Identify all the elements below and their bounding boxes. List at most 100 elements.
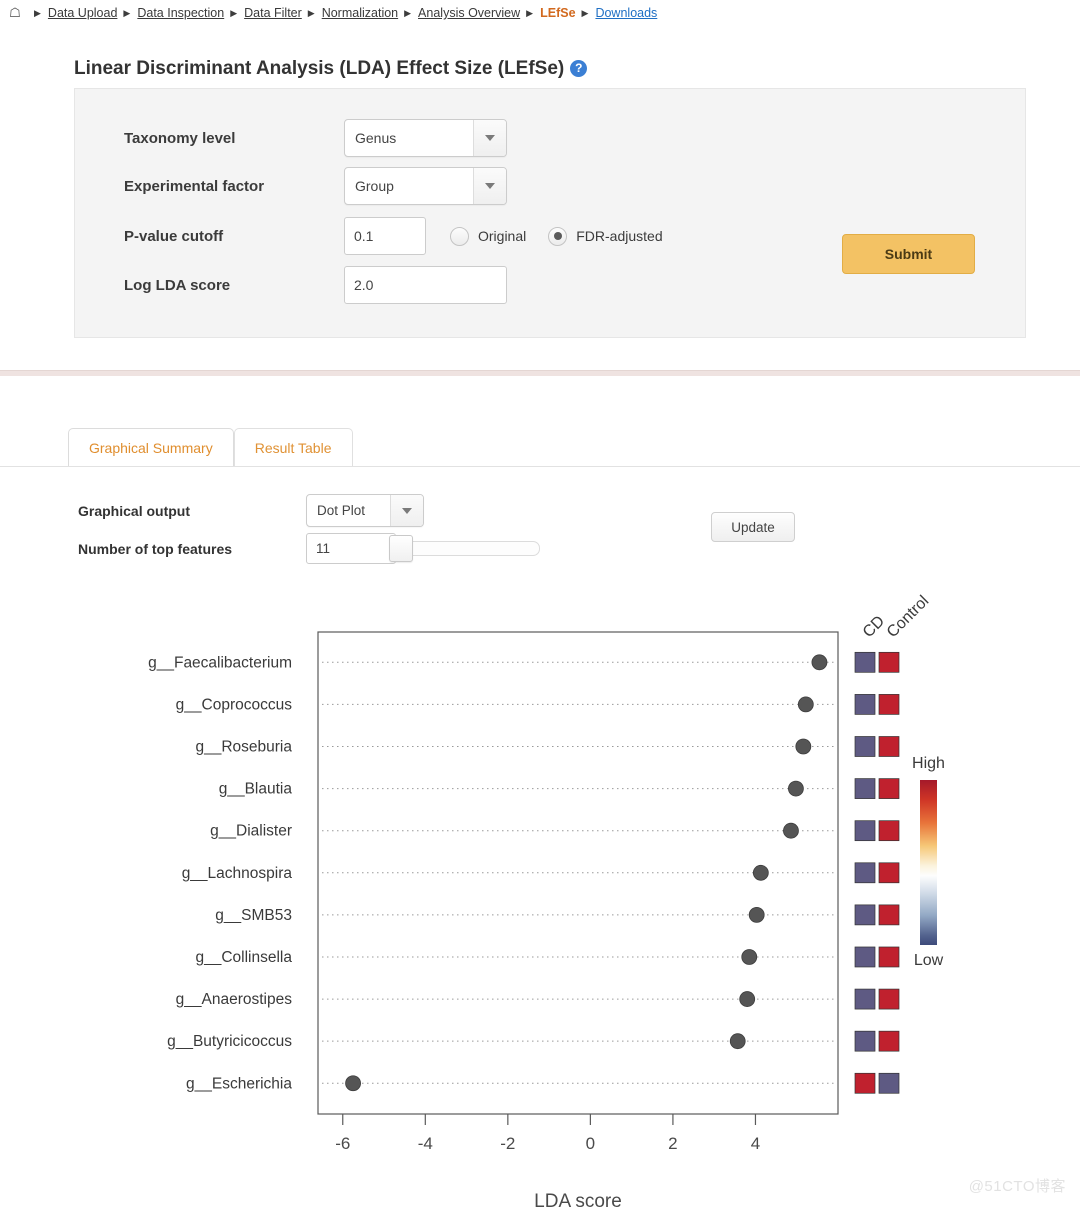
- result-tabs: Graphical Summary Result Table: [68, 428, 353, 466]
- breadcrumb-arrow-4: ▶: [404, 7, 412, 18]
- breadcrumb-item-analysis-overview[interactable]: Analysis Overview: [418, 6, 520, 20]
- data-point[interactable]: [811, 654, 828, 671]
- colorbar: [920, 780, 937, 945]
- heatmap-cell-cd[interactable]: [854, 1030, 876, 1052]
- graphical-output-value: Dot Plot: [317, 503, 366, 518]
- form-row-experimental-factor: Experimental factor Group: [124, 167, 507, 205]
- heatmap-cell-control[interactable]: [878, 1030, 900, 1052]
- data-point[interactable]: [752, 864, 769, 881]
- breadcrumb-arrow-0: ▶: [34, 7, 41, 18]
- slider-handle[interactable]: [389, 535, 413, 562]
- category-label: g__Faecalibacterium: [148, 654, 292, 671]
- data-point[interactable]: [748, 906, 765, 923]
- radio-original[interactable]: [450, 226, 469, 246]
- experimental-factor-select[interactable]: Group: [344, 167, 507, 205]
- top-features-slider[interactable]: [389, 535, 540, 562]
- taxonomy-level-value: Genus: [355, 130, 397, 146]
- data-point[interactable]: [739, 991, 756, 1007]
- heatmap-cell-control[interactable]: [878, 778, 900, 799]
- page-root: ☖ ▶ Data Upload ▶ Data Inspection ▶ Data…: [0, 0, 1080, 1208]
- watermark: @51CTO博客: [968, 1178, 1066, 1195]
- breadcrumb-item-lefse[interactable]: LEfSe: [540, 6, 575, 20]
- experimental-factor-label: Experimental factor: [124, 177, 265, 195]
- breadcrumb-item-data-inspection[interactable]: Data Inspection: [137, 6, 224, 20]
- breadcrumb: ☖ ▶ Data Upload ▶ Data Inspection ▶ Data…: [0, 0, 1080, 26]
- data-point[interactable]: [729, 1033, 746, 1050]
- colorbar-low-label: Low: [914, 952, 944, 969]
- heatmap-cell-control[interactable]: [878, 1072, 900, 1094]
- page-title-text: Linear Discriminant Analysis (LDA) Effec…: [74, 58, 565, 79]
- chevron-down-icon[interactable]: [473, 168, 506, 204]
- radio-fdr-adjusted[interactable]: [548, 226, 568, 246]
- heatmap-cell-control[interactable]: [878, 820, 900, 842]
- breadcrumb-arrow-6: ▶: [581, 7, 589, 18]
- colorbar-high-label: High: [912, 755, 945, 772]
- heatmap-cell-cd[interactable]: [854, 778, 876, 799]
- heatmap-cell-control[interactable]: [878, 988, 900, 1010]
- heatmap-cell-cd[interactable]: [854, 736, 876, 757]
- home-icon[interactable]: ☖: [8, 6, 22, 20]
- top-features-row: Number of top features: [78, 533, 540, 564]
- taxonomy-level-label: Taxonomy level: [124, 129, 236, 147]
- data-point[interactable]: [797, 696, 814, 713]
- heatmap-cell-control[interactable]: [878, 904, 900, 926]
- breadcrumb-item-data-filter[interactable]: Data Filter: [244, 6, 302, 20]
- experimental-factor-value: Group: [355, 178, 394, 194]
- top-features-label: Number of top features: [78, 540, 233, 557]
- radio-original-label: Original: [478, 228, 527, 244]
- chevron-down-icon[interactable]: [390, 495, 423, 526]
- chevron-down-icon[interactable]: [473, 120, 506, 156]
- data-point[interactable]: [345, 1075, 361, 1092]
- graph-controls: Graphical output Dot Plot Number of top …: [78, 494, 540, 570]
- x-tick-label: 0: [586, 1134, 595, 1153]
- x-axis-label: LDA score: [534, 1191, 622, 1208]
- graphical-output-select[interactable]: Dot Plot: [306, 494, 424, 527]
- breadcrumb-item-normalization[interactable]: Normalization: [322, 6, 398, 20]
- data-point[interactable]: [783, 822, 799, 839]
- x-tick-label: 4: [751, 1134, 760, 1153]
- heatmap-cell-cd[interactable]: [854, 820, 876, 842]
- heatmap-cell-control[interactable]: [878, 946, 900, 968]
- heatmap-cell-control[interactable]: [878, 736, 900, 757]
- heatmap-cell-control[interactable]: [878, 651, 900, 673]
- heatmap-column-label-cd: CD: [860, 613, 888, 641]
- category-label: g__Coprococcus: [176, 696, 293, 713]
- category-label: g__SMB53: [215, 907, 292, 924]
- top-features-input[interactable]: [306, 533, 396, 564]
- pvalue-cutoff-input[interactable]: [344, 217, 426, 255]
- update-button[interactable]: Update: [711, 512, 795, 542]
- heatmap-cell-control[interactable]: [878, 694, 900, 715]
- breadcrumb-arrow-1: ▶: [123, 7, 131, 18]
- radio-fdr-adjusted-label: FDR-adjusted: [576, 228, 663, 244]
- lefse-dot-plot: g__Faecalibacterium g__Coprococcus g__Rose…: [0, 590, 1080, 1208]
- heatmap-cell-cd[interactable]: [854, 862, 876, 884]
- plot-svg: g__Faecalibacterium g__Coprococcus g__Rose…: [148, 593, 945, 1208]
- heatmap-cell-cd[interactable]: [854, 651, 876, 673]
- heatmap-cell-control[interactable]: [878, 862, 900, 884]
- taxonomy-level-select[interactable]: Genus: [344, 119, 507, 157]
- heatmap-cell-cd[interactable]: [854, 946, 876, 968]
- help-icon[interactable]: ?: [570, 60, 588, 77]
- submit-button[interactable]: Submit: [842, 234, 975, 274]
- data-point[interactable]: [741, 949, 758, 965]
- heatmap-cell-cd[interactable]: [854, 694, 876, 715]
- data-point[interactable]: [788, 780, 804, 797]
- tabs-underline: [0, 466, 1080, 467]
- data-point[interactable]: [795, 738, 812, 755]
- category-label: g__Anaerostipes: [176, 991, 293, 1008]
- heatmap-cell-cd[interactable]: [854, 988, 876, 1010]
- breadcrumb-item-data-upload[interactable]: Data Upload: [48, 6, 118, 20]
- tab-graphical-summary[interactable]: Graphical Summary: [68, 428, 234, 466]
- form-row-log-lda-score: Log LDA score: [124, 266, 507, 304]
- heatmap-cell-cd[interactable]: [854, 1072, 876, 1094]
- x-tick-label: -2: [500, 1134, 515, 1153]
- log-lda-score-input[interactable]: [344, 266, 507, 304]
- tab-result-table[interactable]: Result Table: [233, 428, 353, 466]
- graphical-output-row: Graphical output Dot Plot: [78, 494, 540, 527]
- heatmap-cell-cd[interactable]: [854, 904, 876, 926]
- x-tick-label: -6: [335, 1134, 350, 1153]
- category-label: g__Collinsella: [195, 949, 292, 966]
- breadcrumb-item-downloads[interactable]: Downloads: [595, 6, 657, 20]
- analysis-form: Taxonomy level Genus Experimental factor…: [74, 88, 1026, 338]
- heatmap-column-label-control: Control: [884, 593, 932, 641]
